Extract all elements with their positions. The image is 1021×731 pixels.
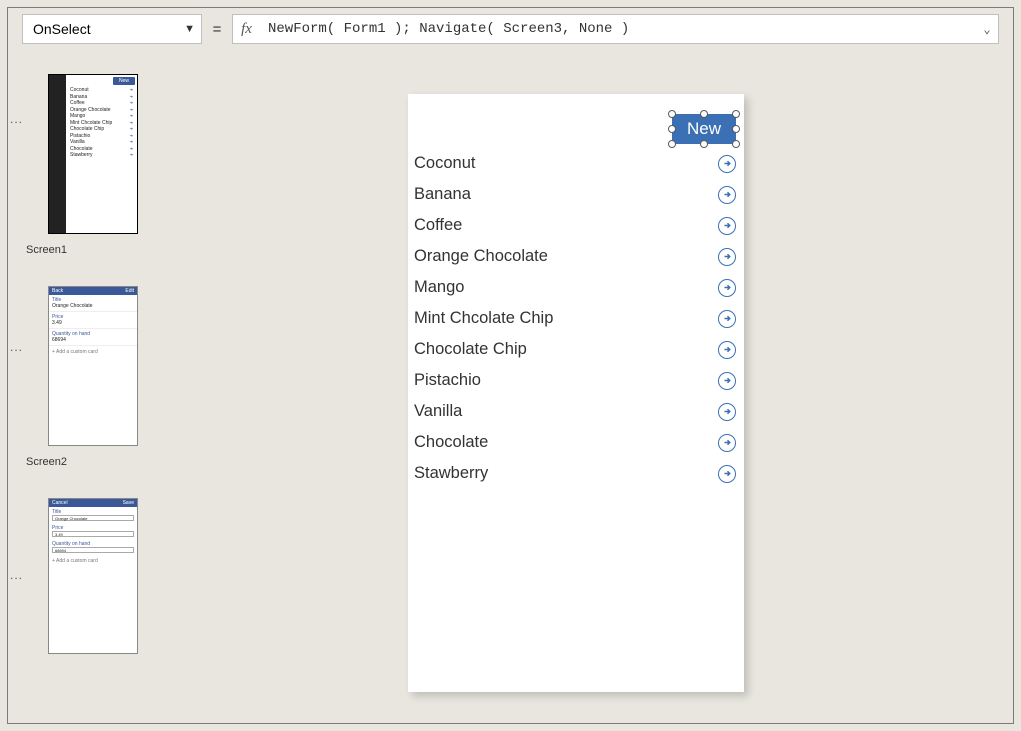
list-item-label: Mango (414, 278, 464, 297)
arrow-right-icon[interactable] (718, 217, 736, 235)
arrow-right-icon[interactable] (718, 434, 736, 452)
formula-input[interactable]: NewForm( Form1 ); Navigate( Screen3, Non… (260, 14, 999, 44)
thumbnail-label: Screen1 (26, 244, 160, 256)
app-frame: OnSelect ▼ = fx NewForm( Form1 ); Naviga… (7, 7, 1014, 724)
screen-preview[interactable]: New Coconut Banana Coffee Orange Chocolate M… (408, 94, 744, 692)
arrow-right-icon[interactable] (718, 279, 736, 297)
arrow-right-icon[interactable] (718, 341, 736, 359)
list-item[interactable]: Vanilla (414, 396, 738, 427)
thumbnail-screen1[interactable]: New Coconut➔Banana➔Coffee➔Orange Chocola… (48, 74, 138, 234)
formula-bar: OnSelect ▼ = fx NewForm( Form1 ); Naviga… (8, 14, 1013, 44)
thumb-new-button: New (113, 77, 135, 85)
property-name: OnSelect (33, 21, 91, 37)
screen-menu-button[interactable]: ... (10, 112, 23, 126)
thumbnail-screen2[interactable]: Back Edit Title Orange Chocolate Price 3… (48, 286, 138, 446)
list-item-label: Banana (414, 185, 471, 204)
arrow-right-icon[interactable] (718, 372, 736, 390)
resize-handle[interactable] (700, 110, 708, 118)
resize-handle[interactable] (668, 140, 676, 148)
arrow-right-icon[interactable] (718, 186, 736, 204)
list-item[interactable]: Mint Chcolate Chip (414, 303, 738, 334)
list-item[interactable]: Chocolate (414, 427, 738, 458)
list-item[interactable]: Banana (414, 179, 738, 210)
list-item-label: Mint Chcolate Chip (414, 309, 553, 328)
list-item[interactable]: Pistachio (414, 365, 738, 396)
canvas[interactable]: New Coconut Banana Coffee Orange Chocolate M… (168, 48, 1013, 723)
screens-panel: ... New Coconut➔Banana➔Coffee➔Orange Cho… (8, 48, 168, 723)
arrow-right-icon[interactable] (718, 155, 736, 173)
expand-formula-icon[interactable]: ⌄ (976, 22, 998, 37)
arrow-right-icon[interactable] (718, 465, 736, 483)
arrow-right-icon[interactable] (718, 403, 736, 421)
screen-menu-button[interactable]: ... (10, 340, 23, 354)
workspace: ... New Coconut➔Banana➔Coffee➔Orange Cho… (8, 48, 1013, 723)
list-item[interactable]: Chocolate Chip (414, 334, 738, 365)
list-item[interactable]: Coffee (414, 210, 738, 241)
resize-handle[interactable] (732, 140, 740, 148)
formula-text: NewForm( Form1 ); Navigate( Screen3, Non… (268, 21, 629, 37)
resize-handle[interactable] (732, 110, 740, 118)
list-item[interactable]: Orange Chocolate (414, 241, 738, 272)
gallery-list: Coconut Banana Coffee Orange Chocolate Mango… (414, 148, 738, 489)
list-item[interactable]: Coconut (414, 148, 738, 179)
property-selector[interactable]: OnSelect ▼ (22, 14, 202, 44)
arrow-right-icon[interactable] (718, 310, 736, 328)
screen-menu-button[interactable]: ... (10, 568, 23, 582)
arrow-right-icon[interactable] (718, 248, 736, 266)
list-item-label: Chocolate Chip (414, 340, 527, 359)
list-item[interactable]: Mango (414, 272, 738, 303)
fx-label: fx (232, 14, 260, 44)
new-button-selection[interactable]: New (672, 114, 736, 144)
list-item-label: Stawberry (414, 464, 488, 483)
list-item-label: Coconut (414, 154, 475, 173)
chevron-down-icon: ▼ (184, 23, 195, 35)
list-item-label: Chocolate (414, 433, 488, 452)
resize-handle[interactable] (668, 110, 676, 118)
thumbnail-label: Screen2 (26, 456, 160, 468)
list-item[interactable]: Stawberry (414, 458, 738, 489)
thumbnail-screen3[interactable]: Cancel Save Title Orange Chocolate Price… (48, 498, 138, 654)
list-item-label: Coffee (414, 216, 462, 235)
resize-handle[interactable] (700, 140, 708, 148)
list-item-label: Pistachio (414, 371, 481, 390)
resize-handle[interactable] (732, 125, 740, 133)
list-item-label: Vanilla (414, 402, 462, 421)
list-item-label: Orange Chocolate (414, 247, 548, 266)
resize-handle[interactable] (668, 125, 676, 133)
equals-label: = (202, 14, 232, 44)
